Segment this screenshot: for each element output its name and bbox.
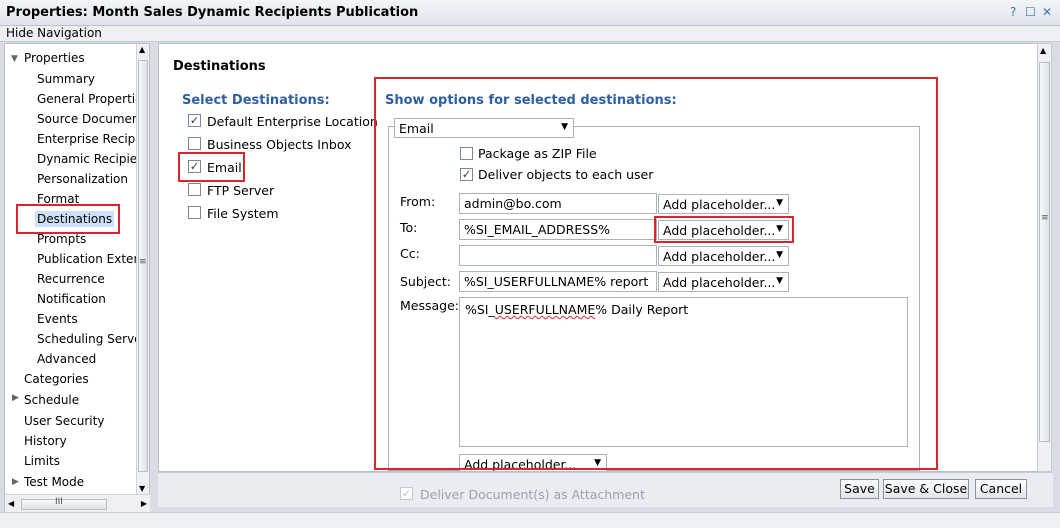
nav-item-events[interactable]: Events [37, 312, 78, 326]
maximize-icon[interactable]: ☐ [1025, 5, 1036, 19]
scroll-left-icon[interactable]: ◀ [8, 499, 14, 508]
attachment-label: Deliver Document(s) as Attachment [420, 487, 645, 502]
scroll-up-icon[interactable]: ▲ [1040, 46, 1046, 55]
checkbox-default-enterprise-location[interactable]: ✓ [188, 114, 201, 127]
collapsed-arrow-icon[interactable]: ▶ [12, 477, 19, 487]
grip-icon: ≡ [1041, 213, 1049, 223]
nav-item-summary[interactable]: Summary [37, 72, 95, 86]
checkbox-business-objects-inbox[interactable] [188, 137, 201, 150]
title-bar: Properties: Month Sales Dynamic Recipien… [0, 0, 1060, 26]
nav-item-general-properties[interactable]: General Properties [37, 92, 137, 106]
save-close-button[interactable]: Save & Close [883, 479, 969, 499]
expanded-arrow-icon[interactable]: ▼ [11, 54, 18, 64]
nav-item-categories[interactable]: Categories [24, 372, 89, 386]
scroll-thumb[interactable]: ≡ [138, 60, 148, 472]
label-business-objects-inbox: Business Objects Inbox [207, 137, 352, 152]
help-icon[interactable]: ? [1010, 5, 1016, 19]
footer-bar: ✓ Deliver Document(s) as Attachment Save… [158, 472, 1053, 507]
highlight-box-email [178, 152, 245, 182]
grip-icon: III [55, 497, 63, 507]
checkbox-file-system[interactable] [188, 206, 201, 219]
nav-item-test-mode[interactable]: Test Mode [24, 475, 84, 489]
nav-item-scheduling-server[interactable]: Scheduling Server [37, 332, 137, 346]
content-vertical-scrollbar[interactable]: ▲ ≡ [1037, 43, 1052, 472]
page-title: Destinations [173, 59, 266, 74]
grip-icon: ≡ [139, 257, 147, 267]
scroll-thumb[interactable]: ≡ [1039, 62, 1050, 442]
nav-item-history[interactable]: History [24, 434, 67, 448]
nav-item-source-documents[interactable]: Source Documents [37, 112, 137, 126]
scroll-down-icon[interactable]: ▼ [139, 484, 145, 493]
checkbox-ftp-server[interactable] [188, 183, 201, 196]
navigation-pane: ▼ Properties Summary General Properties … [4, 43, 150, 515]
select-destinations-heading: Select Destinations: [182, 93, 330, 108]
nav-properties[interactable]: Properties [24, 51, 85, 65]
nav-tree: ▼ Properties Summary General Properties … [5, 44, 137, 494]
collapsed-arrow-icon[interactable]: ▶ [12, 393, 19, 403]
nav-item-limits[interactable]: Limits [24, 454, 60, 468]
close-icon[interactable]: ✕ [1042, 5, 1052, 19]
scroll-right-icon[interactable]: ▶ [141, 499, 147, 508]
cancel-button[interactable]: Cancel [975, 479, 1027, 499]
status-bar [0, 512, 1060, 528]
nav-item-notification[interactable]: Notification [37, 292, 106, 306]
label-file-system: File System [207, 206, 279, 221]
nav-item-recurrence[interactable]: Recurrence [37, 272, 105, 286]
hide-navigation-link[interactable]: Hide Navigation [6, 26, 102, 40]
nav-item-enterprise-recipients[interactable]: Enterprise Recipients [37, 132, 137, 146]
nav-vertical-scrollbar[interactable]: ▲ ≡ ▼ [136, 44, 149, 494]
nav-item-dynamic-recipients[interactable]: Dynamic Recipients [37, 152, 137, 166]
scroll-thumb[interactable]: III [21, 497, 107, 510]
highlight-box-email-options [374, 77, 938, 470]
label-ftp-server: FTP Server [207, 183, 275, 198]
hide-navigation-bar: Hide Navigation [0, 26, 1060, 42]
nav-item-advanced[interactable]: Advanced [37, 352, 96, 366]
save-button[interactable]: Save [840, 479, 879, 499]
nav-item-schedule[interactable]: Schedule [24, 393, 79, 407]
scroll-up-icon[interactable]: ▲ [139, 45, 145, 54]
nav-item-publication-extensions[interactable]: Publication Extensions [37, 252, 137, 266]
label-default-enterprise-location: Default Enterprise Location [207, 114, 378, 129]
nav-item-personalization[interactable]: Personalization [37, 172, 128, 186]
nav-horizontal-scrollbar[interactable]: ◀ III ▶ [5, 494, 150, 514]
window-title: Properties: Month Sales Dynamic Recipien… [6, 5, 419, 20]
nav-item-prompts[interactable]: Prompts [37, 232, 86, 246]
highlight-box-to-placeholder [654, 216, 794, 243]
nav-item-user-security[interactable]: User Security [24, 414, 104, 428]
checkbox-attachment: ✓ [400, 487, 413, 500]
highlight-box-nav-destinations [16, 204, 120, 234]
